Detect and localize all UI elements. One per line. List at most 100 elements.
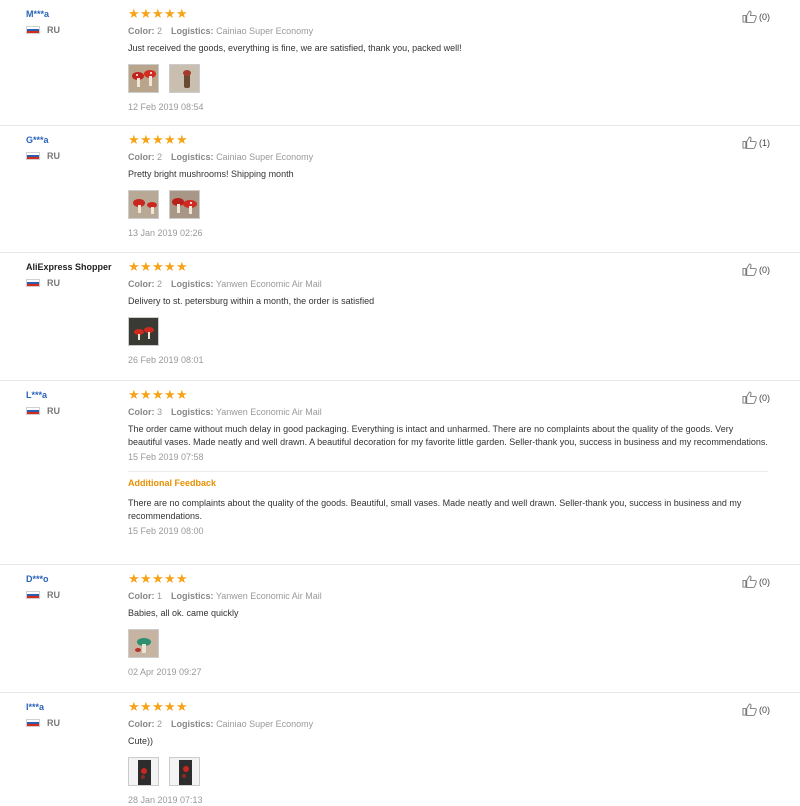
reviewer-name[interactable]: AliExpress Shopper (26, 261, 122, 273)
color-label: Color: (128, 279, 155, 289)
logistics-label: Logistics: (171, 719, 214, 729)
review-body: ★ ★ ★ ★ ★ Color: 2 Logistics: Cainiao Super E… (128, 699, 768, 806)
mushroom-image (170, 65, 199, 92)
review-meta: Color: 3 Logistics: Yanwen Economic Air M… (128, 406, 768, 418)
review-image-thumbnail[interactable] (169, 190, 200, 219)
helpful-button[interactable]: (0) (742, 10, 770, 23)
review-meta: Color: 2 Logistics: Yanwen Economic Air M… (128, 278, 768, 290)
reviewer: D***o RU (26, 573, 122, 600)
review-image-thumbnail[interactable] (128, 317, 159, 346)
star-rating: ★ ★ ★ ★ ★ (128, 699, 768, 714)
logistics-value: Yanwen Economic Air Mail (215, 407, 322, 417)
thumbs-up-icon (742, 136, 757, 149)
reviewer-name[interactable]: I***a (26, 701, 122, 713)
review-date: 02 Apr 2019 09:27 (128, 667, 202, 677)
review-item: D***o RU ★ ★ ★ ★ ★ Color: 1 Logistics: Yanwen… (0, 565, 800, 693)
review-date: 15 Feb 2019 07:58 (128, 452, 204, 462)
review-image-thumbnail[interactable] (128, 629, 159, 658)
country-code: RU (47, 151, 60, 161)
star-icon: ★ (164, 387, 176, 402)
reviewer-country: RU (26, 406, 122, 416)
color-label: Color: (128, 719, 155, 729)
star-icon: ★ (152, 6, 164, 21)
helpful-count: (0) (759, 704, 770, 715)
russia-flag-icon (26, 26, 40, 34)
additional-feedback-date: 15 Feb 2019 08:00 (128, 526, 204, 536)
review-meta: Color: 1 Logistics: Yanwen Economic Air M… (128, 590, 768, 602)
review-image-thumbnail[interactable] (128, 190, 159, 219)
helpful-count: (0) (759, 392, 770, 403)
review-text: Just received the goods, everything is f… (128, 43, 462, 53)
review-text: Babies, all ok. came quickly (128, 608, 239, 618)
helpful-button[interactable]: (1) (742, 136, 770, 149)
review-image-thumbnail[interactable] (169, 64, 200, 93)
logistics-value: Cainiao Super Economy (216, 719, 314, 729)
helpful-button[interactable]: (0) (742, 575, 770, 588)
review-image-thumbnail[interactable] (128, 64, 159, 93)
reviewer: I***a RU (26, 701, 122, 728)
star-icon: ★ (176, 699, 188, 714)
review-image-thumbnail[interactable] (128, 757, 159, 786)
reviewer-country: RU (26, 718, 122, 728)
star-icon: ★ (152, 259, 164, 274)
thumbs-up-icon (742, 575, 757, 588)
thumbs-up-icon (742, 391, 757, 404)
reviewer-country: RU (26, 25, 122, 35)
helpful-count: (0) (759, 576, 770, 587)
star-icon: ★ (140, 132, 152, 147)
review-date: 13 Jan 2019 02:26 (128, 228, 203, 238)
star-icon: ★ (128, 699, 140, 714)
reviewer-name[interactable]: D***o (26, 573, 122, 585)
additional-feedback-text: There are no complaints about the qualit… (128, 498, 742, 521)
star-icon: ★ (176, 6, 188, 21)
review-images (128, 64, 768, 93)
star-icon: ★ (128, 387, 140, 402)
star-icon: ★ (140, 571, 152, 586)
country-code: RU (47, 25, 60, 35)
russia-flag-icon (26, 407, 40, 415)
reviewer: G***a RU (26, 134, 122, 161)
logistics-value: Cainiao Super Economy (216, 26, 314, 36)
review-images (128, 629, 768, 658)
reviewer: AliExpress Shopper RU (26, 261, 122, 288)
reviewer-name[interactable]: M***a (26, 8, 122, 20)
color-value: 2 (157, 719, 163, 729)
helpful-button[interactable]: (0) (742, 391, 770, 404)
star-icon: ★ (164, 259, 176, 274)
color-value: 2 (157, 26, 163, 36)
vase-image (129, 758, 158, 785)
additional-feedback-label: Additional Feedback (128, 478, 217, 488)
star-icon: ★ (140, 259, 152, 274)
star-icon: ★ (176, 259, 188, 274)
helpful-count: (0) (759, 11, 770, 22)
star-icon: ★ (152, 132, 164, 147)
reviewer-name[interactable]: L***a (26, 389, 122, 401)
russia-flag-icon (26, 152, 40, 160)
review-image-thumbnail[interactable] (169, 757, 200, 786)
color-label: Color: (128, 591, 155, 601)
helpful-count: (0) (759, 264, 770, 275)
star-icon: ★ (176, 571, 188, 586)
reviewer: L***a RU (26, 389, 122, 416)
review-body: ★ ★ ★ ★ ★ Color: 2 Logistics: Yanwen Economic… (128, 259, 768, 366)
mushroom-image (170, 191, 199, 218)
reviewer: M***a RU (26, 8, 122, 35)
review-meta: Color: 2 Logistics: Cainiao Super Economy (128, 25, 768, 37)
review-body: ★ ★ ★ ★ ★ Color: 2 Logistics: Cainiao Super E… (128, 6, 768, 113)
mushroom-image (129, 630, 158, 657)
star-rating: ★ ★ ★ ★ ★ (128, 132, 768, 147)
star-rating: ★ ★ ★ ★ ★ (128, 571, 768, 586)
logistics-label: Logistics: (171, 279, 214, 289)
reviewer-name[interactable]: G***a (26, 134, 122, 146)
russia-flag-icon (26, 719, 40, 727)
helpful-button[interactable]: (0) (742, 263, 770, 276)
divider (128, 471, 768, 472)
star-icon: ★ (140, 699, 152, 714)
review-body: ★ ★ ★ ★ ★ Color: 3 Logistics: Yanwen Economic… (128, 387, 768, 537)
star-rating: ★ ★ ★ ★ ★ (128, 259, 768, 274)
reviewer-country: RU (26, 151, 122, 161)
helpful-button[interactable]: (0) (742, 703, 770, 716)
review-date: 12 Feb 2019 08:54 (128, 102, 204, 112)
star-icon: ★ (164, 6, 176, 21)
thumbs-up-icon (742, 263, 757, 276)
